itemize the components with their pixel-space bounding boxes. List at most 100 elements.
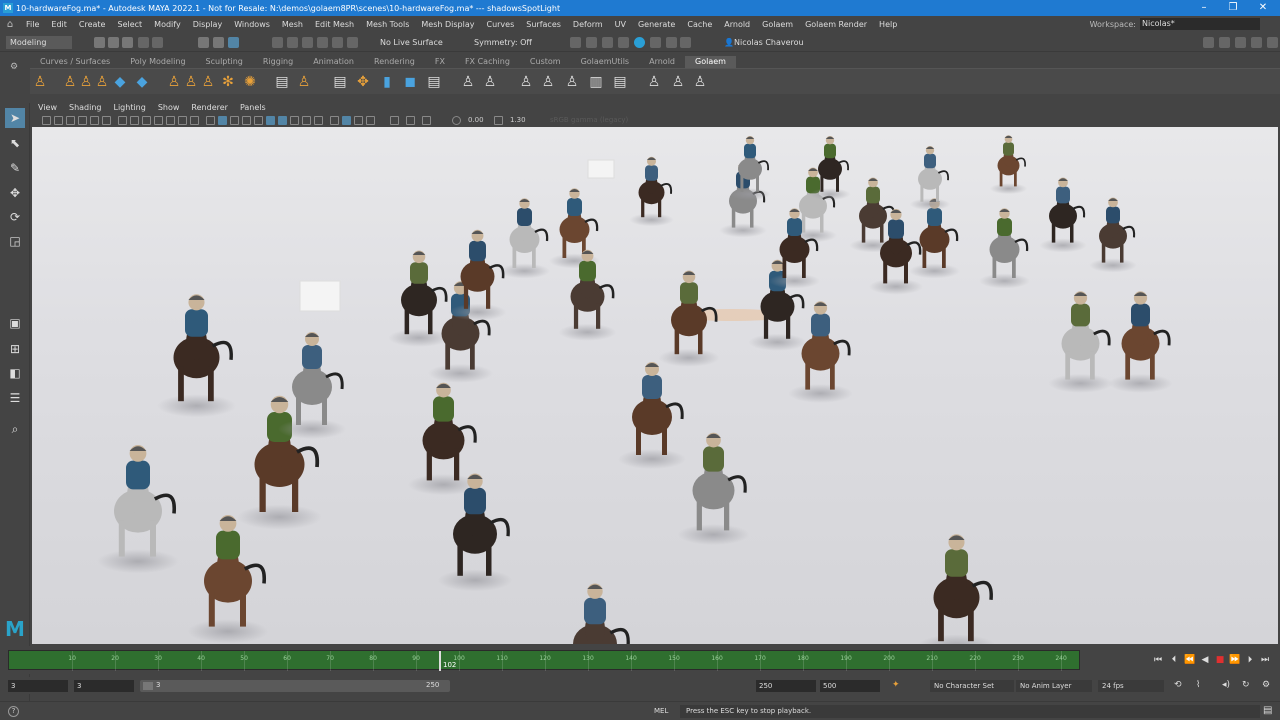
snap-grid-icon[interactable] (272, 37, 283, 48)
panel-menu-shading[interactable]: Shading (63, 101, 108, 114)
xray-components-icon[interactable] (366, 116, 375, 125)
panel-menu-panels[interactable]: Panels (234, 101, 272, 114)
golaem-navigation-icon[interactable]: ♙ (94, 74, 110, 90)
horse-rider-agent[interactable] (979, 208, 1030, 289)
shelf-tab-fx[interactable]: FX (425, 56, 455, 68)
timeline-track[interactable]: 102 10 20 30 40 50 60 70 80 90 100 110 120 130 140 150… (8, 650, 1080, 671)
horse-rider-agent[interactable] (788, 301, 853, 403)
golaem-script-icon[interactable]: ▤ (426, 74, 442, 90)
golaem-walker-group-icon[interactable]: ♙ (482, 74, 498, 90)
golaem-walker-icon[interactable]: ♙ (460, 74, 476, 90)
shelf-tab-golaem[interactable]: Golaem (685, 56, 736, 68)
save-scene-icon[interactable] (122, 37, 133, 48)
mode-dropdown[interactable]: Modeling (6, 36, 72, 49)
menu-golaem-render[interactable]: Golaem Render (799, 20, 873, 29)
step-back-frame-icon[interactable]: ⏴ (1167, 655, 1181, 665)
horse-rider-agent[interactable] (748, 259, 807, 351)
isolate-select-icon[interactable] (330, 116, 339, 125)
horse-rider-agent[interactable] (237, 395, 322, 530)
audio-icon[interactable]: ◂) (1222, 680, 1230, 690)
shadows-icon[interactable] (278, 116, 287, 125)
animation-preferences-icon[interactable]: ⚙ (1262, 680, 1270, 690)
step-forward-key-icon[interactable]: ⏩ (1228, 655, 1242, 665)
menu-create[interactable]: Create (73, 20, 112, 29)
restore-icon[interactable]: ❐ (1218, 0, 1248, 16)
golaem-layout-tool-icon[interactable]: ▤ (332, 74, 348, 90)
play-backwards-icon[interactable]: ◀ (1198, 655, 1212, 665)
persp-outliner-layout-icon[interactable]: ◧ (5, 363, 25, 383)
horse-rider-agent[interactable] (187, 515, 269, 644)
select-by-component-icon[interactable] (228, 37, 239, 48)
snap-projected-center-icon[interactable] (317, 37, 328, 48)
horse-rider-agent[interactable] (157, 294, 236, 418)
default-material-icon[interactable] (230, 116, 239, 125)
golaem-entity-icon[interactable]: ♙ (564, 74, 580, 90)
horse-rider-agent[interactable] (1039, 177, 1087, 253)
exposure-icon[interactable] (452, 116, 461, 125)
resolution-gate-icon[interactable] (142, 116, 151, 125)
time-slider[interactable]: 102 10 20 30 40 50 60 70 80 90 100 110 120 130 140 150… (0, 646, 1280, 674)
menu-edit[interactable]: Edit (45, 20, 73, 29)
redo-icon[interactable] (152, 37, 163, 48)
horse-rider-agent[interactable] (278, 332, 346, 439)
golaem-cylinder-icon[interactable]: ▮ (379, 74, 395, 90)
workspace-dropdown[interactable]: Nicolas* (1140, 18, 1260, 30)
search-icon[interactable]: ⌕ (5, 419, 25, 439)
golaem-population-icon[interactable]: ♙ (62, 74, 78, 90)
menu-generate[interactable]: Generate (632, 20, 681, 29)
user-account-dropdown[interactable]: Nicolas Chaverou (734, 38, 804, 47)
golaem-trigger-icon[interactable]: ♙ (200, 74, 216, 90)
playback-loop-icon[interactable]: ↻ (1242, 680, 1250, 690)
panel-menu-lighting[interactable]: Lighting (107, 101, 151, 114)
select-by-object-icon[interactable] (213, 37, 224, 48)
scene-start-field[interactable]: 3 (8, 680, 68, 692)
menu-windows[interactable]: Windows (228, 20, 276, 29)
panel-menu-show[interactable]: Show (152, 101, 186, 114)
gamma-icon[interactable] (494, 116, 503, 125)
golaem-population-tool-icon[interactable]: ♙ (78, 74, 94, 90)
shelf-tab-animation[interactable]: Animation (303, 56, 364, 68)
character-controls-icon[interactable] (1219, 37, 1230, 48)
screen-space-ao-icon[interactable] (290, 116, 299, 125)
script-language-toggle[interactable]: MEL (654, 707, 668, 715)
shelf-tab-arnold[interactable]: Arnold (639, 56, 685, 68)
golaem-motion-icon[interactable]: ♙ (183, 74, 199, 90)
stop-playback-icon[interactable]: ■ (1213, 655, 1227, 665)
home-icon[interactable]: ⌂ (0, 19, 20, 30)
horse-rider-agent[interactable] (809, 136, 851, 201)
command-input[interactable]: Press the ESC key to stop playback. (680, 705, 1260, 718)
render-current-frame-icon[interactable] (586, 37, 597, 48)
anim-layer-dropdown[interactable]: No Anim Layer (1016, 680, 1092, 692)
shelf-tab-custom[interactable]: Custom (520, 56, 571, 68)
horse-rider-agent[interactable] (769, 208, 820, 289)
shelf-tab-curves-surfaces[interactable]: Curves / Surfaces (30, 56, 120, 68)
shelf-tab-rendering[interactable]: Rendering (364, 56, 425, 68)
golaem-render-icon[interactable]: ♙ (646, 74, 662, 90)
wireframe-on-shaded-icon[interactable] (242, 116, 251, 125)
wireframe-icon[interactable] (206, 116, 215, 125)
panel-menu-renderer[interactable]: Renderer (185, 101, 234, 114)
attribute-editor-icon[interactable] (1235, 37, 1246, 48)
horse-rider-agent[interactable] (729, 136, 771, 201)
lasso-tool-icon[interactable]: ⬉ (5, 133, 25, 153)
ipr-render-icon[interactable] (602, 37, 613, 48)
horse-rider-agent[interactable] (388, 250, 450, 347)
field-chart-icon[interactable] (166, 116, 175, 125)
golaem-crowd-icon[interactable]: ♙ (518, 74, 534, 90)
playback-range-slider[interactable]: 3 250 (140, 680, 450, 692)
color-management-icon[interactable] (422, 116, 431, 125)
undo-icon[interactable] (138, 37, 149, 48)
smooth-shade-icon[interactable] (218, 116, 227, 125)
menu-modify[interactable]: Modify (148, 20, 187, 29)
render-view-icon[interactable] (570, 37, 581, 48)
minimize-icon[interactable]: – (1189, 0, 1219, 16)
view-transform-dropdown[interactable]: sRGB gamma (legacy) (550, 116, 628, 124)
open-scene-icon[interactable] (108, 37, 119, 48)
scale-tool-icon[interactable]: ◲ (5, 231, 25, 251)
golaem-export-icon[interactable]: ▤ (612, 74, 628, 90)
horse-rider-agent[interactable] (558, 583, 633, 645)
help-line-icon[interactable]: ? (8, 706, 19, 717)
safe-title-icon[interactable] (190, 116, 199, 125)
white-cube-object[interactable] (299, 280, 341, 312)
live-surface-label[interactable]: No Live Surface (380, 38, 443, 47)
